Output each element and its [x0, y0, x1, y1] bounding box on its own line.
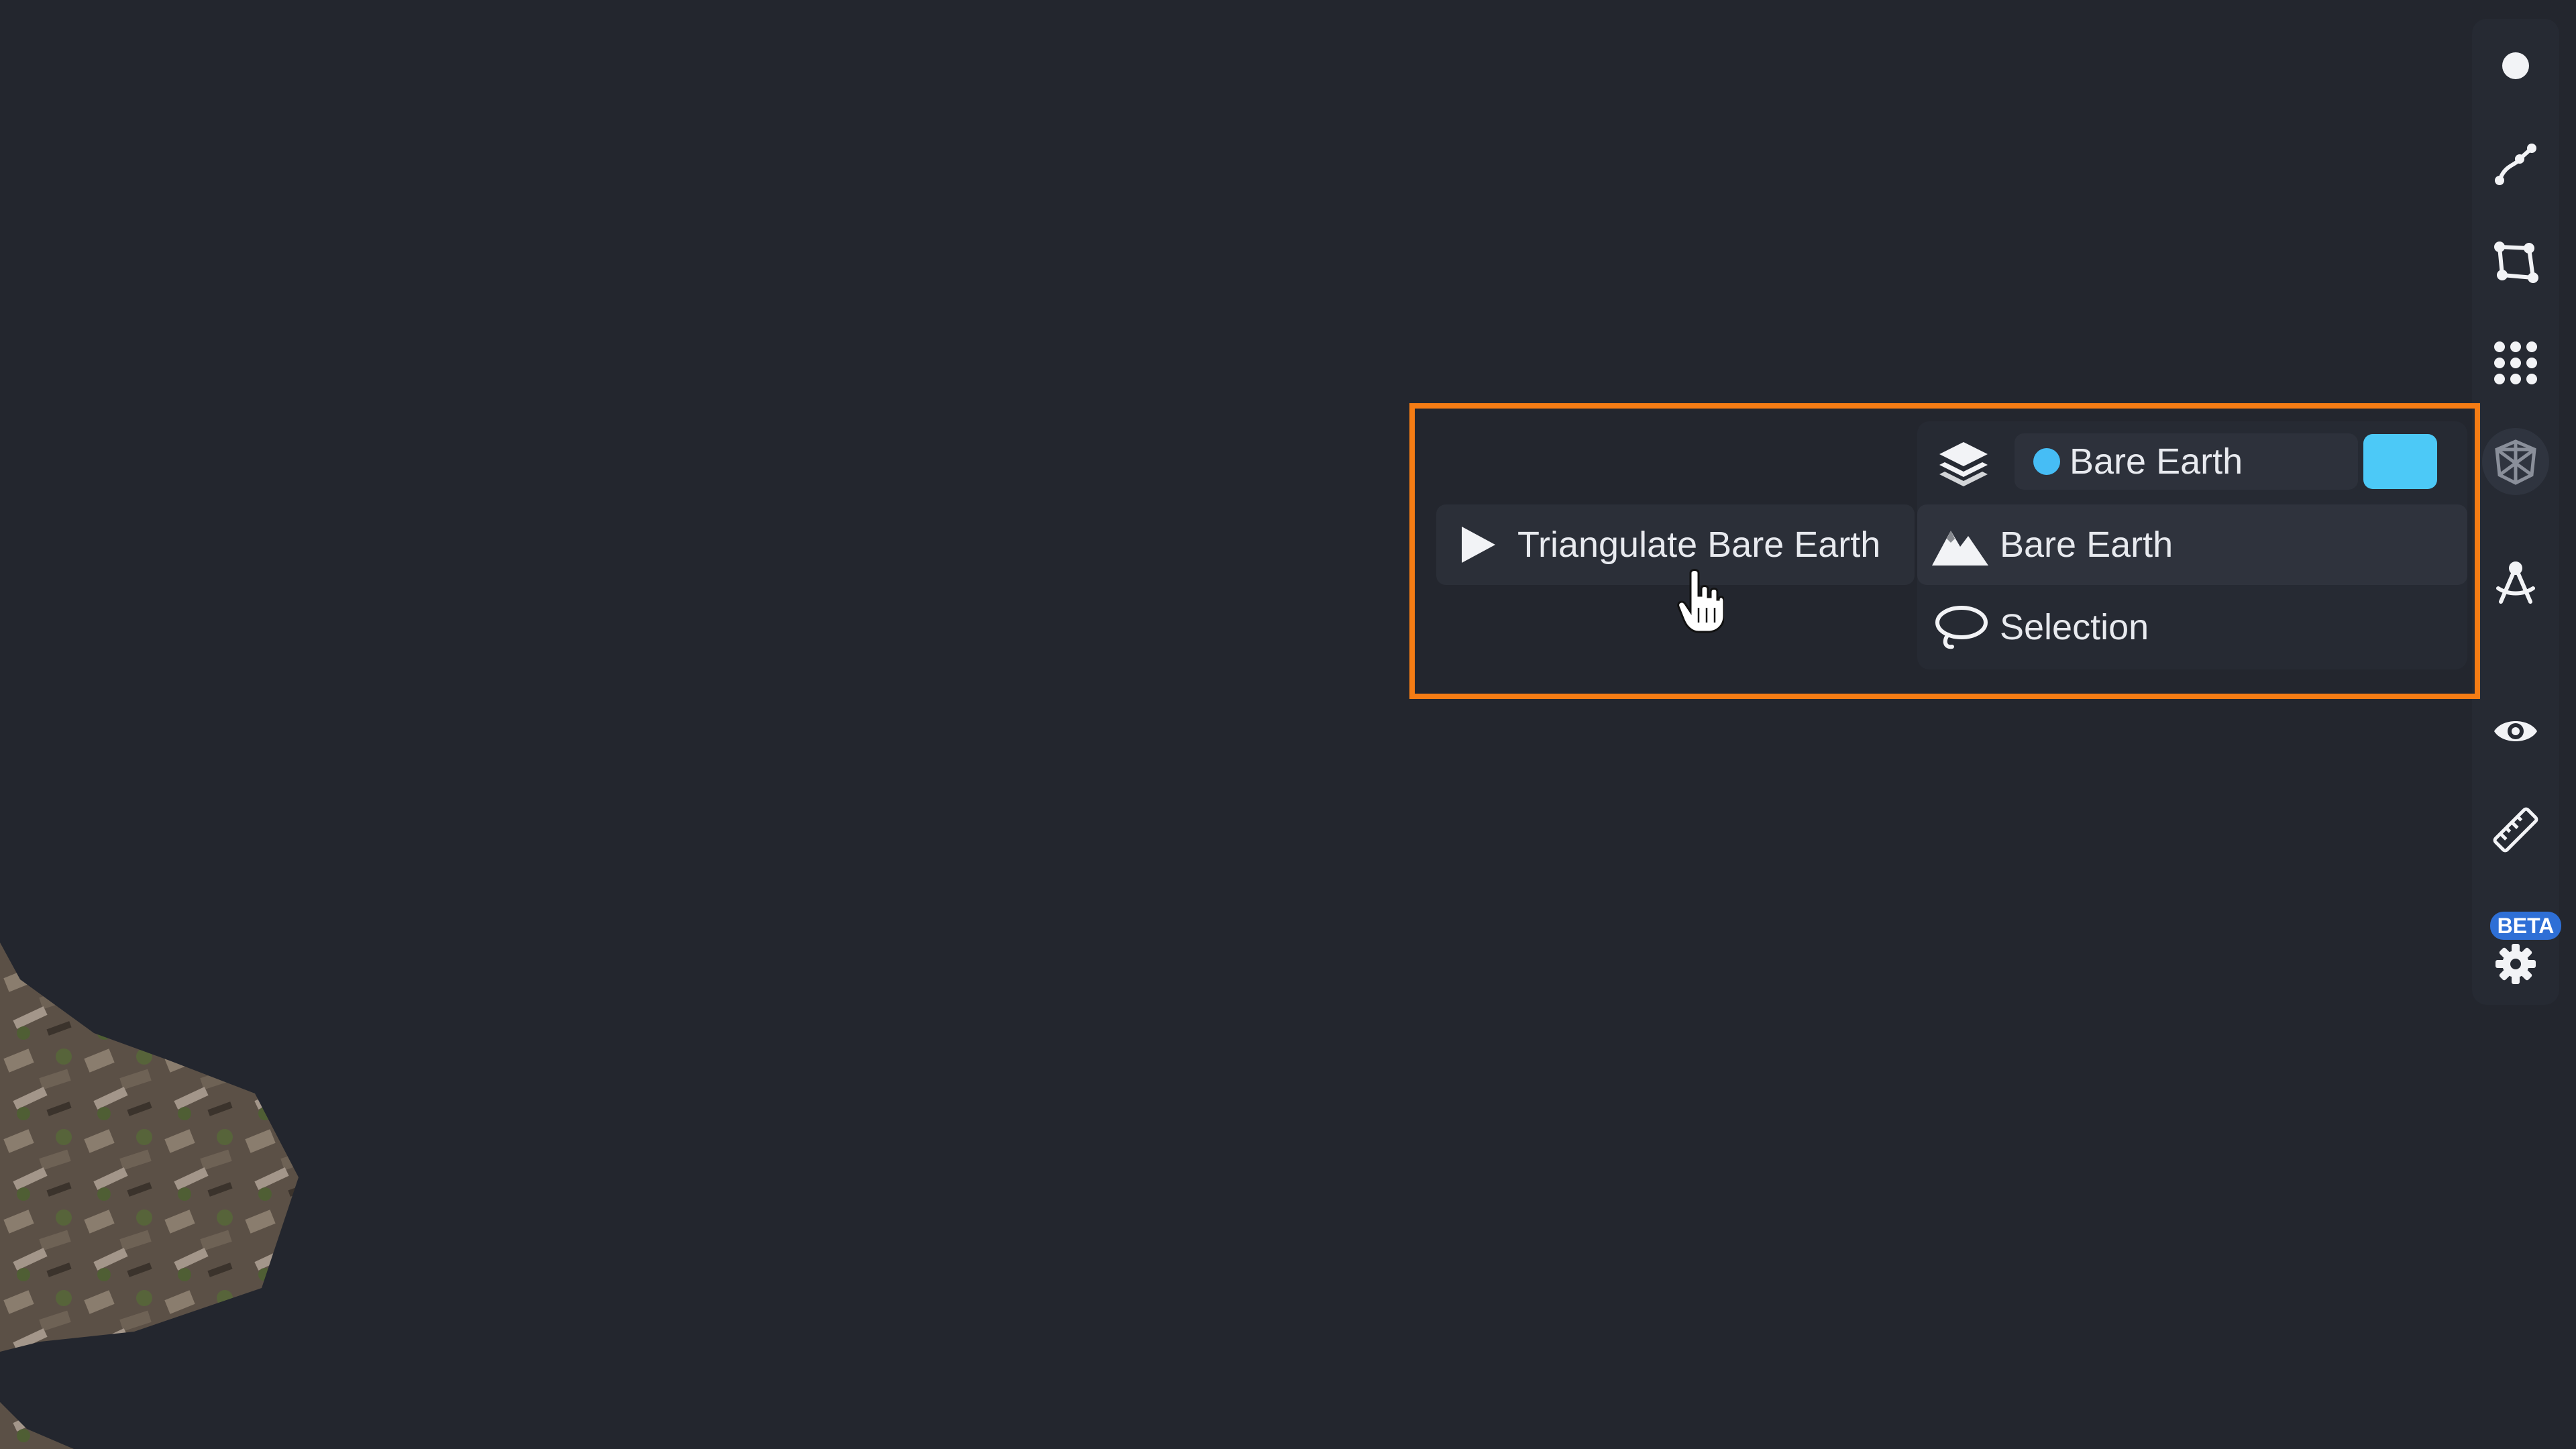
visibility-button[interactable] — [2482, 698, 2549, 765]
eye-icon — [2494, 721, 2537, 741]
layer-select-dropdown[interactable]: Bare Earth — [2015, 433, 2358, 490]
right-toolbar: BETA — [2472, 19, 2561, 1005]
grid-dots-icon — [2494, 341, 2537, 384]
polyline-icon — [2495, 144, 2536, 185]
menu-item-selection[interactable]: Selection — [1917, 587, 2467, 667]
terrain-mesh-patch — [0, 943, 299, 1449]
lasso-icon — [1935, 606, 1988, 649]
measure-button[interactable] — [2482, 796, 2549, 863]
polygon-tool-button[interactable] — [2482, 229, 2549, 297]
compass-tool-button[interactable] — [2482, 549, 2549, 616]
triangulate-button[interactable]: Triangulate Bare Earth — [1436, 504, 1915, 585]
polygon-icon — [2494, 241, 2538, 283]
layer-select-label: Bare Earth — [2070, 441, 2243, 482]
layers-icon — [1939, 442, 1988, 486]
mesh-icon — [2495, 439, 2536, 485]
menu-item-label: Bare Earth — [2000, 525, 2174, 565]
settings-button[interactable] — [2482, 930, 2549, 998]
triangulate-label: Triangulate Bare Earth — [1517, 525, 1881, 565]
polyline-tool-button[interactable] — [2482, 131, 2549, 198]
compass-icon — [2496, 561, 2535, 604]
settings-gear-icon — [2496, 944, 2536, 984]
grid-tool-button[interactable] — [2482, 329, 2549, 396]
map-viewport[interactable]: BETA Bare Earth Bare Earth Selection Tri… — [0, 0, 2576, 1449]
ruler-icon — [2493, 807, 2538, 853]
mountain-icon — [1932, 531, 1988, 566]
layer-color-dot — [2033, 448, 2060, 475]
play-icon — [1462, 527, 1495, 563]
menu-item-bare-earth[interactable]: Bare Earth — [1917, 504, 2467, 585]
layer-color-swatch[interactable] — [2363, 434, 2437, 489]
menu-item-label: Selection — [2000, 607, 2149, 647]
point-icon — [2502, 52, 2529, 79]
mesh-tool-button[interactable] — [2482, 428, 2549, 495]
point-tool-button[interactable] — [2482, 32, 2549, 99]
